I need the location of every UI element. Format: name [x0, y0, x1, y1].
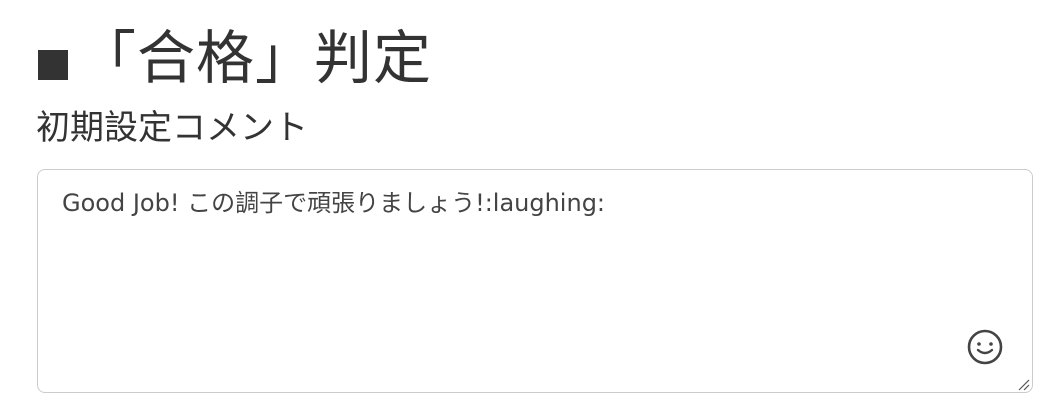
square-bullet-icon	[38, 50, 68, 80]
section-heading: 「合格」判定	[38, 18, 432, 98]
section-title: 「合格」判定	[78, 24, 433, 92]
default-comment-textarea[interactable]: Good Job! この調子で頑張りましょう!:laughing:	[37, 169, 1033, 393]
resize-handle-icon[interactable]	[1016, 376, 1030, 391]
comment-label: 初期設定コメント	[36, 108, 308, 148]
smiley-face-icon[interactable]	[966, 328, 1004, 366]
comment-text[interactable]: Good Job! この調子で頑張りましょう!:laughing:	[62, 186, 605, 220]
